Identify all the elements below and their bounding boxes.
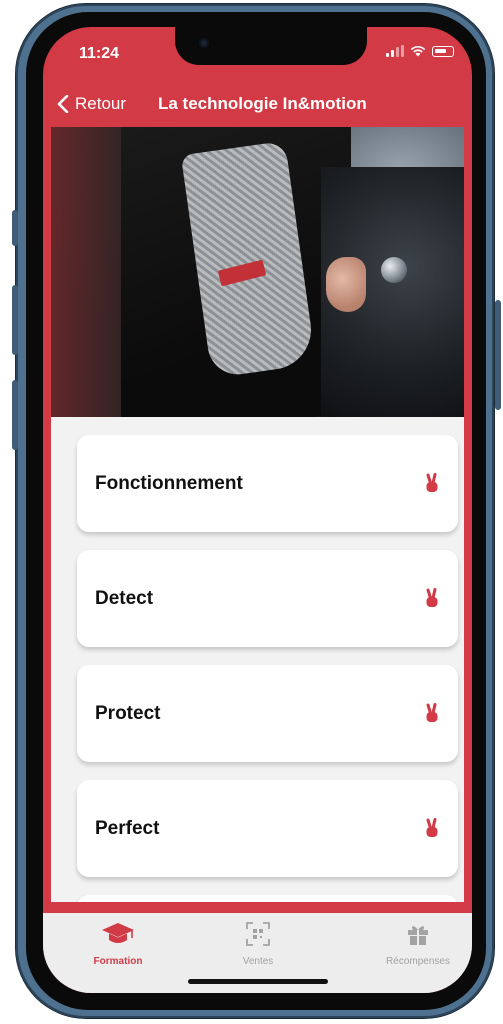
home-indicator [188, 979, 328, 984]
gift-icon [408, 926, 428, 945]
notch [175, 27, 367, 65]
victory-hand-icon [426, 703, 438, 722]
mute-switch [12, 210, 18, 246]
module-label: Perfect [95, 818, 160, 839]
qr-scan-icon [246, 922, 270, 946]
signal-icon [386, 45, 404, 57]
victory-hand-icon [426, 818, 438, 837]
status-time: 11:24 [79, 45, 120, 62]
module-card-detect[interactable]: Detect [77, 550, 458, 647]
page-title: La technologie In&motion [158, 94, 367, 113]
screen: 11:24 Retour La technologie In&motion Fo… [43, 27, 472, 993]
wifi-icon [410, 45, 426, 57]
module-card-partial[interactable] [77, 895, 458, 902]
content-area: Fonctionnement Detect Protect Perfect [51, 127, 464, 902]
hero-image [51, 127, 464, 417]
module-list: Fonctionnement Detect Protect Perfect [51, 417, 464, 902]
nav-header: Retour La technologie In&motion [43, 85, 472, 125]
graduation-cap-icon [102, 923, 134, 943]
tab-label: Formation [93, 956, 143, 967]
tab-formation[interactable]: Formation [58, 921, 178, 967]
victory-hand-icon [426, 588, 438, 607]
tab-recompenses[interactable]: Récompenses [358, 921, 472, 967]
power-button [495, 300, 501, 410]
module-card-protect[interactable]: Protect [77, 665, 458, 762]
tab-label: Récompenses [386, 956, 450, 967]
camera-icon [199, 38, 209, 48]
back-label: Retour [75, 94, 127, 113]
chevron-left-icon [57, 95, 69, 113]
module-card-perfect[interactable]: Perfect [77, 780, 458, 877]
tab-ventes[interactable]: Ventes [198, 921, 318, 967]
victory-hand-icon [426, 473, 438, 492]
back-button[interactable]: Retour [57, 94, 126, 114]
status-icons [386, 45, 454, 57]
tab-label: Ventes [242, 956, 274, 967]
module-label: Detect [95, 588, 154, 609]
module-label: Fonctionnement [95, 473, 243, 494]
battery-icon [432, 45, 454, 57]
volume-up-button [12, 285, 18, 355]
module-card-fonctionnement[interactable]: Fonctionnement [77, 435, 458, 532]
volume-down-button [12, 380, 18, 450]
module-label: Protect [95, 703, 161, 724]
